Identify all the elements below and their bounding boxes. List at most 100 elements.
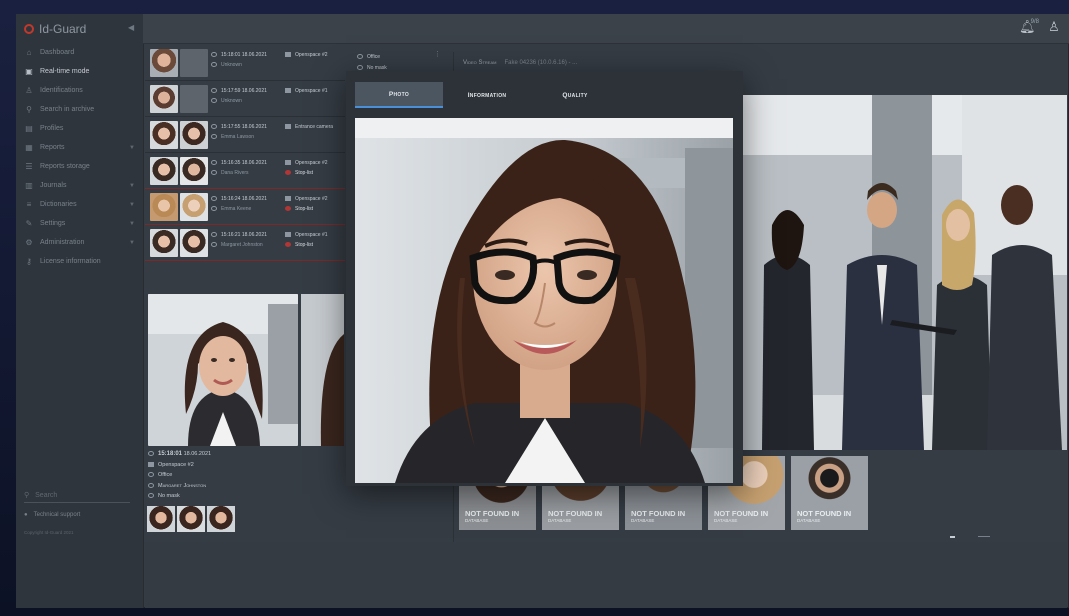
clock-icon xyxy=(211,196,217,202)
not-found-sublabel: DATABASE xyxy=(797,518,821,523)
brand-logo-icon xyxy=(24,24,34,34)
event-date: 18.06.2021 xyxy=(241,124,267,130)
sidebar-item-label: Profiles xyxy=(40,125,64,132)
sidebar-item-settings[interactable]: ✎ Settings ▼ xyxy=(16,214,143,233)
sidebar-item-search-in-archive[interactable]: ⚲ Search in archive xyxy=(16,100,143,119)
tab-information[interactable]: Information xyxy=(443,82,531,108)
detail-camera: Openspace #2 xyxy=(158,461,194,468)
more-options-icon[interactable]: ⋮ xyxy=(434,50,441,58)
chevron-down-icon: ▼ xyxy=(129,201,135,208)
notifications-bell-icon[interactable]: 🔔︎ 9/8 xyxy=(1019,19,1039,34)
event-camera: Openspace #2 xyxy=(295,160,328,166)
sidebar-item-profiles[interactable]: ▤ Profiles xyxy=(16,119,143,138)
match-face-thumbnail xyxy=(180,192,208,221)
top-bar: 🔔︎ 9/8 ♙ xyxy=(143,14,1069,44)
sidebar-item-real-time-mode[interactable]: ▣ Real-time mode xyxy=(16,62,143,81)
mask-icon xyxy=(148,493,154,499)
detail-info: 15:18:01 18.06.2021 Openspace #2 Office … xyxy=(148,449,211,502)
person-status-icon xyxy=(211,98,217,104)
carousel-indicator[interactable] xyxy=(978,536,990,537)
event-time: 15:17:59 xyxy=(221,88,241,94)
sidebar-item-label: Dashboard xyxy=(40,49,75,56)
sidebar-item-identifications[interactable]: ♙ Identifications xyxy=(16,81,143,100)
face-thumbnail[interactable] xyxy=(147,506,175,532)
not-found-tile[interactable]: NOT FOUND IN DATABASE xyxy=(791,456,868,530)
chevron-down-icon: ▼ xyxy=(129,220,135,227)
event-date: 18.06.2021 xyxy=(241,52,267,58)
event-status: Dana Rivers xyxy=(221,170,249,176)
stop-list-icon xyxy=(285,170,291,176)
person-icon: ♙ xyxy=(25,86,33,95)
stop-list-badge: Stop-list xyxy=(295,170,314,176)
match-face-thumbnail xyxy=(180,228,208,257)
camera-icon xyxy=(285,196,291,202)
notifications-badge: 9/8 xyxy=(1030,19,1039,25)
event-row-stop-list[interactable]: 15:16:24 18.06.2021 Emma Keene Openspace … xyxy=(145,189,345,225)
detail-place: Office xyxy=(158,472,173,478)
technical-support-link[interactable]: ● Technical support xyxy=(24,512,80,518)
event-time: 15:16:35 xyxy=(221,160,241,166)
gear-icon: ⚙ xyxy=(25,238,33,247)
detail-secondary-photo xyxy=(301,294,344,446)
detail-face-photo xyxy=(148,294,298,446)
sidebar-item-reports[interactable]: ▦ Reports ▼ xyxy=(16,138,143,157)
search-icon: ⚲ xyxy=(24,492,30,499)
user-account-icon[interactable]: ♙ xyxy=(1047,20,1061,34)
face-thumbnail[interactable] xyxy=(207,506,235,532)
sidebar-item-journals[interactable]: ▥ Journals ▼ xyxy=(16,176,143,195)
face-thumbnail[interactable] xyxy=(177,506,205,532)
video-stream-select[interactable]: Fake 04236 (10.0.6.16) - ... xyxy=(504,60,577,66)
event-camera: Openspace #1 xyxy=(295,88,328,94)
clock-icon xyxy=(211,232,217,238)
event-date: 18.06.2021 xyxy=(241,196,267,202)
person-status-icon xyxy=(211,62,217,68)
not-found-sublabel: DATABASE xyxy=(631,518,655,523)
sidebar-item-license-information[interactable]: ⚷ License information xyxy=(16,252,143,271)
sidebar-item-dashboard[interactable]: ⌂ Dashboard xyxy=(16,43,143,62)
tab-quality[interactable]: Quality xyxy=(531,82,619,108)
app-title: Id-Guard xyxy=(39,22,87,36)
stop-list-icon xyxy=(285,242,291,248)
chevron-down-icon: ▼ xyxy=(129,239,135,246)
event-row-stop-list[interactable]: 15:16:35 18.06.2021 Dana Rivers Openspace… xyxy=(145,153,345,189)
event-camera: Entrance camera xyxy=(295,124,334,130)
stop-list-badge: Stop-list xyxy=(295,242,314,248)
chevron-down-icon: ▼ xyxy=(129,144,135,151)
sidebar: Id-Guard ◀ ⌂ Dashboard ▣ Real-time mode ♙ I… xyxy=(16,14,144,608)
event-status: Unknown xyxy=(221,98,242,104)
events-list: 15:18:01 18.06.2021 Unknown Openspace #2 … xyxy=(145,45,345,295)
not-found-sublabel: DATABASE xyxy=(714,518,738,523)
home-icon: ⌂ xyxy=(26,48,32,57)
app-logo[interactable]: Id-Guard xyxy=(24,22,86,36)
location-pin-icon xyxy=(148,472,154,478)
video-stream-view xyxy=(742,95,1067,450)
clock-icon xyxy=(148,451,154,457)
sidebar-search[interactable]: ⚲ Search xyxy=(24,488,130,503)
clock-icon xyxy=(211,88,217,94)
tab-photo[interactable]: Photo xyxy=(355,82,443,108)
collapse-sidebar-icon[interactable]: ◀ xyxy=(128,23,134,32)
camera-icon xyxy=(285,232,291,238)
list-icon: ≡ xyxy=(26,200,32,209)
sidebar-item-dictionaries[interactable]: ≡ Dictionaries ▼ xyxy=(16,195,143,214)
bottom-panel xyxy=(145,542,1067,608)
carousel-indicator-active[interactable] xyxy=(950,536,955,538)
sidebar-item-label: Journals xyxy=(40,182,67,189)
event-row[interactable]: 15:18:01 18.06.2021 Unknown Openspace #2 xyxy=(145,45,345,81)
camera-icon xyxy=(285,124,291,130)
sidebar-item-reports-storage[interactable]: ☰ Reports storage xyxy=(16,157,143,176)
event-row[interactable]: 15:17:59 18.06.2021 Unknown Openspace #1 xyxy=(145,81,345,117)
monitor-icon: ▣ xyxy=(25,67,33,76)
camera-icon xyxy=(285,160,291,166)
key-icon: ⚷ xyxy=(26,257,32,266)
sidebar-item-administration[interactable]: ⚙ Administration ▼ xyxy=(16,233,143,252)
not-found-sublabel: DATABASE xyxy=(548,518,572,523)
event-row[interactable]: 15:17:55 18.06.2021 Emma Lawson Entrance … xyxy=(145,117,345,153)
sidebar-item-label: Search in archive xyxy=(40,106,95,113)
search-input[interactable]: Search xyxy=(35,492,57,499)
event-row-stop-list[interactable]: 15:16:21 18.06.2021 Margaret Johnston Ope… xyxy=(145,225,345,261)
chevron-down-icon: ▼ xyxy=(129,182,135,189)
event-time: 15:16:24 xyxy=(221,196,241,202)
detail-name: Margaret Johnston xyxy=(158,482,207,489)
event-camera: Openspace #2 xyxy=(295,196,328,202)
